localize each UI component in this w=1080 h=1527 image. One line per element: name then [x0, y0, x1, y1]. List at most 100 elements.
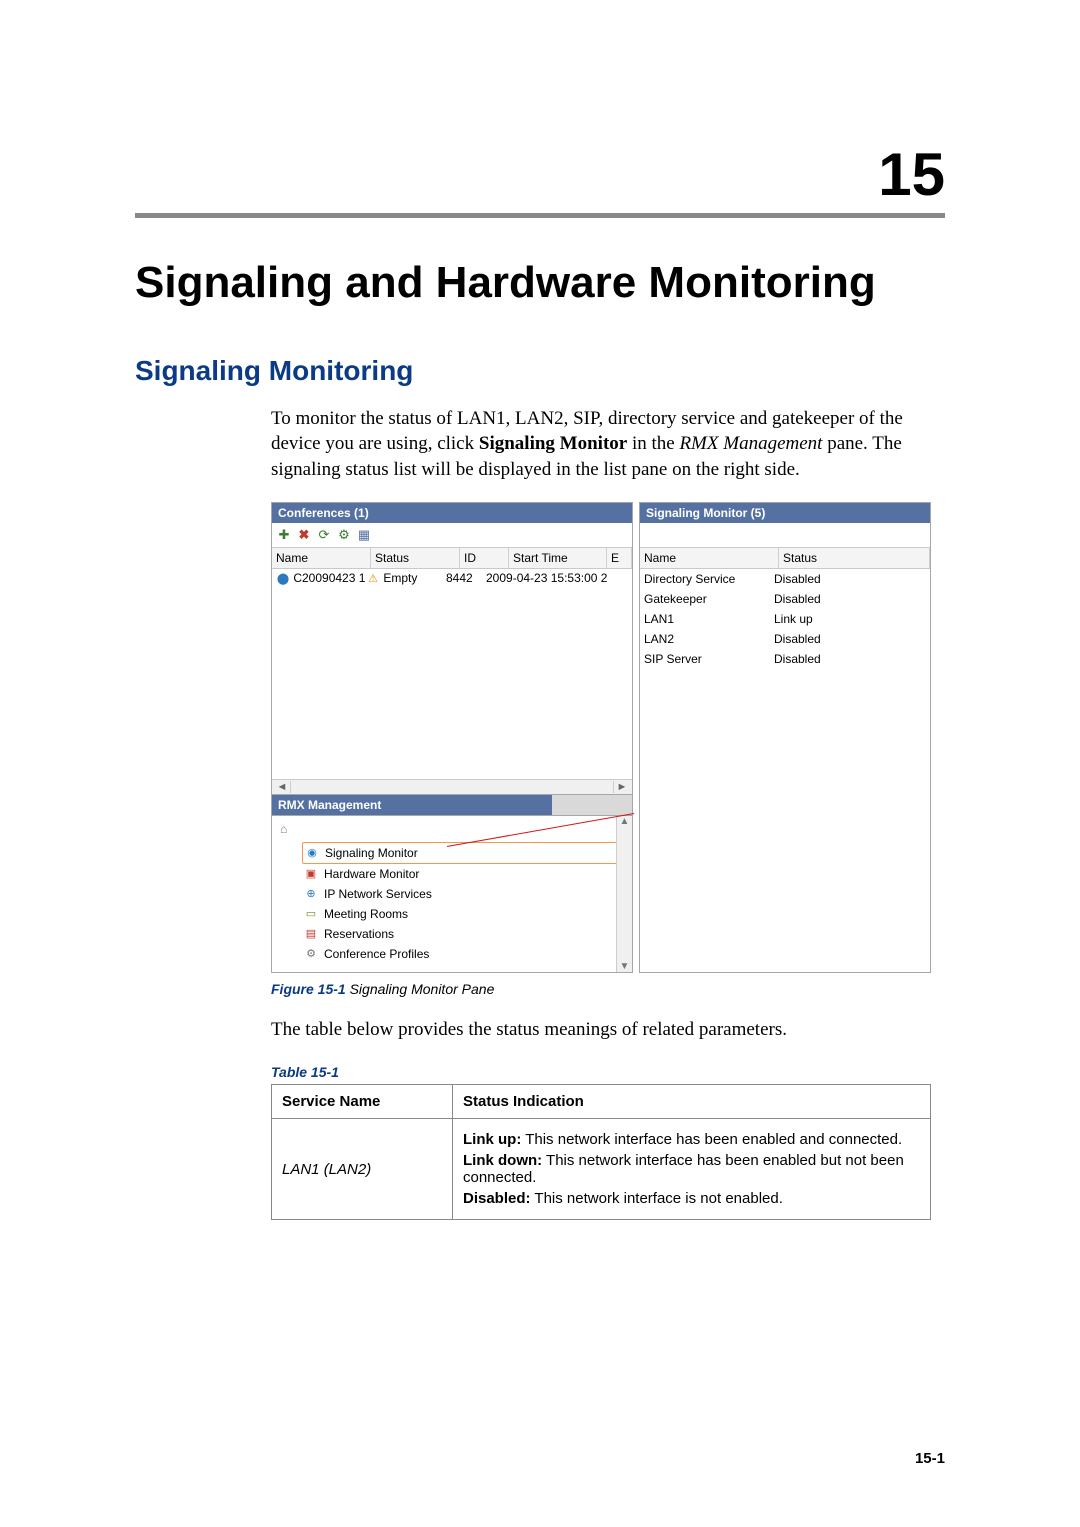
- left-pane: Conferences (1) ✚ ✖ ⟳ ⚙ ▦ Name Status ID…: [271, 502, 633, 973]
- sig-status: Disabled: [774, 632, 926, 646]
- after-figure-text: The table below provides the status mean…: [271, 1017, 945, 1043]
- sig-status: Disabled: [774, 592, 926, 606]
- status-line: Disabled: This network interface is not …: [463, 1190, 920, 1207]
- rmx-item-reservations[interactable]: ▤ Reservations: [302, 924, 628, 944]
- hardware-monitor-icon: ▣: [304, 867, 318, 881]
- sig-status: Disabled: [774, 652, 926, 666]
- service-name-cell: LAN1 (LAN2): [272, 1119, 453, 1220]
- sig-col-name[interactable]: Name: [640, 548, 779, 568]
- scroll-down-icon[interactable]: ▼: [620, 961, 630, 972]
- sig-status: Link up: [774, 612, 926, 626]
- rmx-item-label: Conference Profiles: [324, 947, 429, 961]
- figure-label: Figure 15-1: [271, 981, 346, 997]
- table-row: LAN1 (LAN2) Link up: This network interf…: [272, 1119, 931, 1220]
- signaling-monitor-pane: Signaling Monitor (5) Name Status Direct…: [639, 502, 931, 973]
- chapter-rule: [135, 213, 945, 218]
- rmx-management-body: ⌂ ◉ Signaling Monitor ▣ Hardware Monitor…: [272, 816, 632, 972]
- intro-italic: RMX Management: [679, 433, 822, 454]
- th-status-indication: Status Indication: [453, 1085, 931, 1119]
- status-line: Link down: This network interface has be…: [463, 1152, 920, 1186]
- sig-status: Disabled: [774, 572, 926, 586]
- intro-paragraph: To monitor the status of LAN1, LAN2, SIP…: [271, 406, 945, 483]
- settings-icon[interactable]: ⚙: [336, 527, 352, 543]
- rmx-item-signaling-monitor[interactable]: ◉ Signaling Monitor: [302, 842, 628, 864]
- conf-id: 8442: [446, 571, 486, 586]
- conf-status: Empty: [383, 571, 417, 585]
- status-indication-cell: Link up: This network interface has been…: [453, 1119, 931, 1220]
- signaling-column-headers: Name Status: [640, 548, 930, 569]
- horizontal-scrollbar[interactable]: ◄ ►: [272, 779, 632, 794]
- sig-name: Gatekeeper: [644, 592, 774, 606]
- scroll-right-icon[interactable]: ►: [614, 781, 630, 793]
- figure-caption: Figure 15-1 Signaling Monitor Pane: [271, 981, 931, 997]
- intro-mid: in the: [627, 433, 679, 454]
- figure-text: Signaling Monitor Pane: [350, 981, 495, 997]
- rmx-item-label: Reservations: [324, 927, 394, 941]
- section-title: Signaling Monitoring: [135, 355, 945, 387]
- rmx-tab-divider: [552, 795, 632, 815]
- figure-text-inner: Signaling Monitor Pane: [350, 981, 495, 997]
- col-status[interactable]: Status: [371, 548, 460, 568]
- sig-name: LAN2: [644, 632, 774, 646]
- rmx-item-meeting-rooms[interactable]: ▭ Meeting Rooms: [302, 904, 628, 924]
- new-conference-icon[interactable]: ✚: [276, 527, 292, 543]
- status-line: Link up: This network interface has been…: [463, 1131, 920, 1148]
- status-bold: Disabled:: [463, 1190, 531, 1207]
- conferences-toolbar: ✚ ✖ ⟳ ⚙ ▦: [272, 523, 632, 548]
- grid-icon[interactable]: ▦: [356, 527, 372, 543]
- sig-name: LAN1: [644, 612, 774, 626]
- sig-name: Directory Service: [644, 572, 774, 586]
- col-start-time[interactable]: Start Time: [509, 548, 607, 568]
- sig-name: SIP Server: [644, 652, 774, 666]
- signaling-row[interactable]: Gatekeeper Disabled: [640, 589, 930, 609]
- ip-network-icon: ⊕: [304, 887, 318, 901]
- rmx-item-conference-profiles[interactable]: ⚙ Conference Profiles: [302, 944, 628, 964]
- rmx-item-label: IP Network Services: [324, 887, 432, 901]
- rmx-item-label: Meeting Rooms: [324, 907, 408, 921]
- status-table: Service Name Status Indication LAN1 (LAN…: [271, 1084, 931, 1220]
- sig-col-status[interactable]: Status: [779, 548, 930, 568]
- signaling-row[interactable]: LAN1 Link up: [640, 609, 930, 629]
- scroll-up-icon[interactable]: ▲: [620, 816, 630, 827]
- status-bold: Link up:: [463, 1131, 521, 1148]
- conference-icon: ⬤: [276, 571, 290, 585]
- warning-icon: ⚠: [366, 571, 380, 585]
- th-service-name: Service Name: [272, 1085, 453, 1119]
- conference-row[interactable]: ⬤ C20090423 1 ⚠ Empty 8442 2009-04-23 15…: [272, 569, 632, 588]
- signaling-monitor-icon: ◉: [305, 846, 319, 860]
- signaling-row[interactable]: Directory Service Disabled: [640, 569, 930, 589]
- refresh-icon[interactable]: ⟳: [316, 527, 332, 543]
- conferences-header: Conferences (1): [272, 503, 632, 523]
- conferences-body: ⬤ C20090423 1 ⚠ Empty 8442 2009-04-23 15…: [272, 569, 632, 779]
- conf-start: 2009-04-23 15:53:00 2: [486, 571, 628, 586]
- chapter-number: 15: [135, 140, 945, 209]
- rmx-title: RMX Management: [278, 798, 381, 812]
- table-caption: Table 15-1: [271, 1064, 945, 1080]
- rmx-item-ip-network-services[interactable]: ⊕ IP Network Services: [302, 884, 628, 904]
- signaling-row[interactable]: SIP Server Disabled: [640, 649, 930, 669]
- col-id[interactable]: ID: [460, 548, 509, 568]
- conference-profiles-icon: ⚙: [304, 947, 318, 961]
- page-number: 15-1: [915, 1450, 945, 1467]
- reservations-icon: ▤: [304, 927, 318, 941]
- signaling-row[interactable]: LAN2 Disabled: [640, 629, 930, 649]
- rmx-item-label: Signaling Monitor: [325, 846, 418, 860]
- col-name[interactable]: Name: [272, 548, 371, 568]
- status-rest: This network interface has been enabled …: [521, 1131, 902, 1148]
- figure-container: Conferences (1) ✚ ✖ ⟳ ⚙ ▦ Name Status ID…: [271, 502, 931, 997]
- signaling-monitor-header: Signaling Monitor (5): [640, 503, 930, 523]
- chapter-title: Signaling and Hardware Monitoring: [135, 258, 945, 309]
- conferences-column-headers: Name Status ID Start Time E: [272, 548, 632, 569]
- col-e[interactable]: E: [607, 548, 632, 568]
- scroll-left-icon[interactable]: ◄: [274, 781, 290, 793]
- status-rest: This network interface is not enabled.: [531, 1190, 783, 1207]
- intro-bold: Signaling Monitor: [479, 433, 627, 454]
- vertical-scrollbar[interactable]: ▲ ▼: [616, 816, 632, 972]
- rmx-management-header: RMX Management: [272, 794, 632, 816]
- meeting-rooms-icon: ▭: [304, 907, 318, 921]
- home-icon[interactable]: ⌂: [280, 822, 628, 836]
- delete-icon[interactable]: ✖: [296, 527, 312, 543]
- rmx-item-label: Hardware Monitor: [324, 867, 419, 881]
- status-bold: Link down:: [463, 1152, 542, 1169]
- rmx-item-hardware-monitor[interactable]: ▣ Hardware Monitor: [302, 864, 628, 884]
